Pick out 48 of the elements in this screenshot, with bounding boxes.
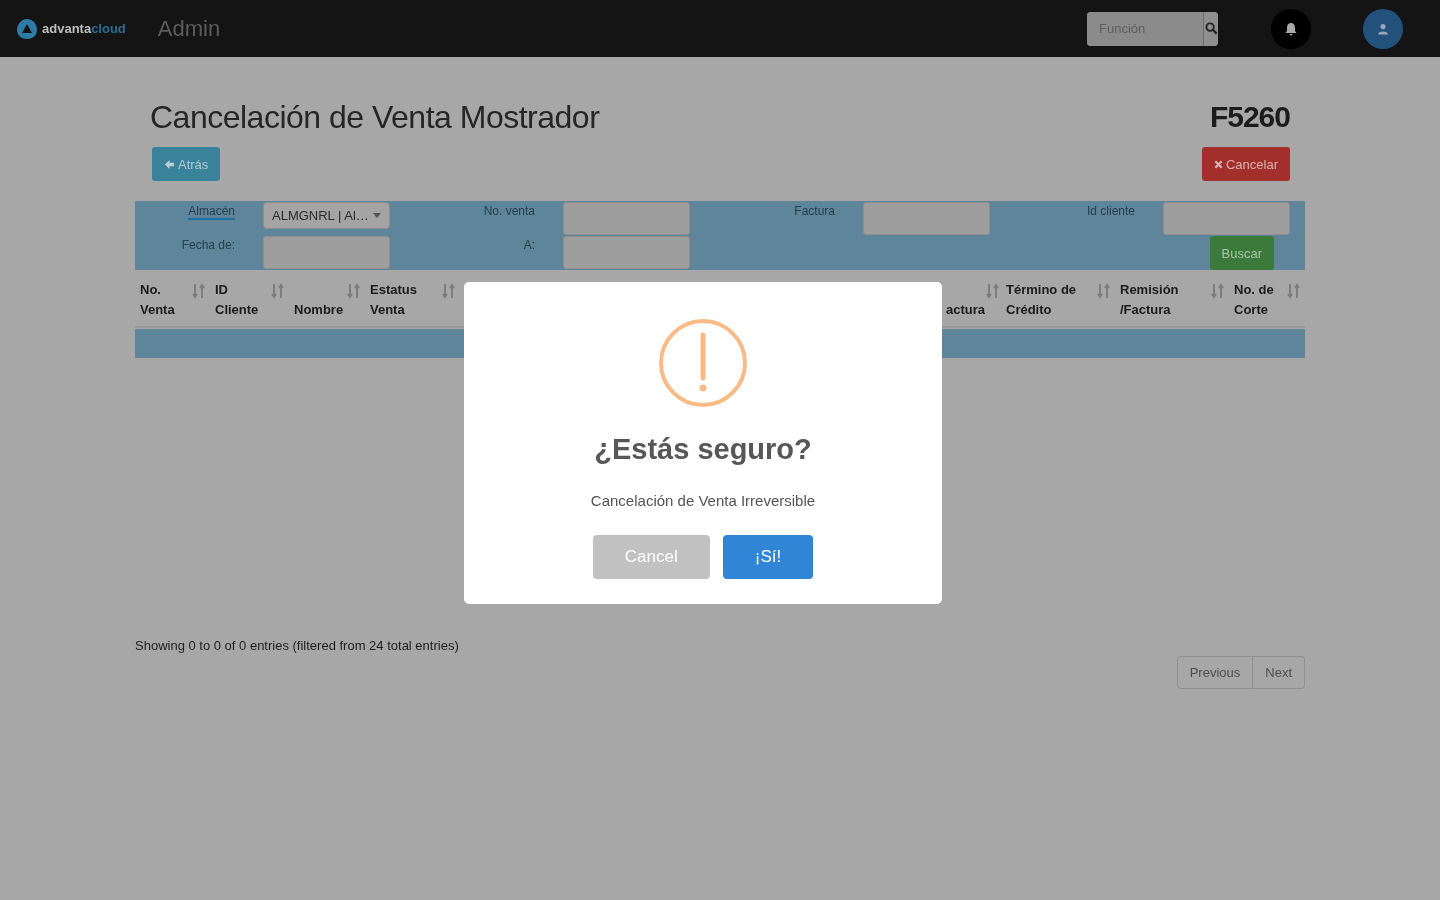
cancel-button[interactable]: Cancelar [1201,147,1290,181]
input-field[interactable] [263,236,390,269]
warehouse-select[interactable]: ALMGNRL | Al… [263,202,390,229]
column-header[interactable]: No. Venta [140,280,192,320]
column-header[interactable]: No. de Corte [1234,280,1287,320]
sort-icon [347,283,361,299]
confirm-button[interactable]: ¡Sí! [722,535,814,579]
close-icon [1213,159,1223,169]
section-title: Admin [157,15,221,42]
brand-name: advantacloud [42,21,126,36]
dialog-title: ¿Estás seguro? [594,433,812,466]
dialog-message: Cancelación de Venta Irreversible [590,492,816,509]
page-title: Cancelación de Venta Mostrador [150,98,600,136]
entries-info: Showing 0 to 0 of 0 entries (filtered from 24 total entries) [135,638,459,653]
field-label: No. venta [483,204,535,218]
input-field[interactable] [1163,202,1290,235]
page-code: F5260 [1209,100,1290,134]
field-label: A: [523,238,535,252]
column-header[interactable]: ID Cliente [215,280,271,320]
input-field[interactable] [563,236,690,269]
column-header[interactable]: Remisión /Factura [1120,280,1208,320]
column-header[interactable]: Nombre [294,280,347,320]
input-field[interactable] [863,202,990,235]
input-field[interactable] [563,202,690,235]
field-label: Fecha de: [181,238,235,252]
sort-icon [1287,283,1301,299]
field-label: Factura [794,204,835,218]
sort-icon [192,283,206,299]
warning-icon [658,318,748,408]
sort-icon [442,283,456,299]
logo-icon [15,16,39,41]
column-header[interactable]: actura [945,280,985,320]
search-button[interactable] [1203,11,1218,46]
search-icon [1204,22,1218,35]
user-button[interactable] [1363,8,1403,49]
sort-icon [986,283,1000,299]
sort-icon [1211,283,1225,299]
user-icon [1377,22,1389,35]
field-label: Almacén [188,204,235,220]
sort-icon [1097,283,1111,299]
sort-icon [271,283,285,299]
notifications-button[interactable] [1271,8,1311,49]
bell-icon [1284,21,1298,36]
field-label: Id cliente [1086,204,1135,218]
column-header[interactable]: Estatus Venta [370,280,434,320]
arrow-left-icon [164,158,175,170]
caret-icon [373,213,381,218]
column-header[interactable]: Término de Crédito [1006,280,1094,320]
